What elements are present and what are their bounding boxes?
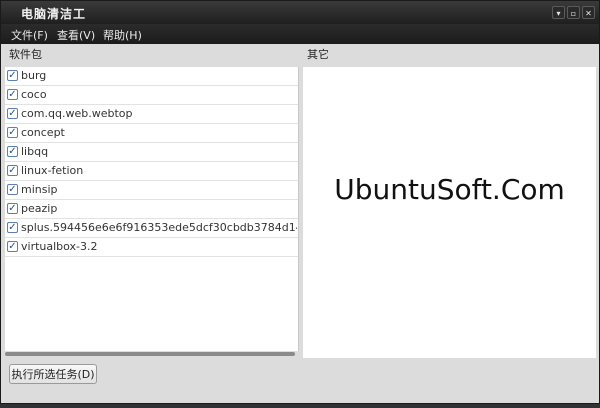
title-bar[interactable]: 电脑清洁工 ▾ ▫ ✕ xyxy=(1,1,599,24)
package-checkbox[interactable]: ✓ xyxy=(7,165,18,176)
package-name: concept xyxy=(21,126,65,139)
package-name: minsip xyxy=(21,183,58,196)
window-title: 电脑清洁工 xyxy=(21,7,87,21)
package-row[interactable]: ✓ linux-fetion xyxy=(5,162,298,181)
minimize-button[interactable]: ▾ xyxy=(552,6,565,19)
watermark-text: UbuntuSoft.Com xyxy=(334,173,565,206)
package-row[interactable]: ✓ splus.594456e6e6f916353ede5dcf30cbdb37… xyxy=(5,219,298,238)
package-row[interactable]: ✓ burg xyxy=(5,67,298,86)
package-row[interactable]: ✓ coco xyxy=(5,86,298,105)
package-name: splus.594456e6e6f916353ede5dcf30cbdb3784… xyxy=(21,221,297,234)
desktop-taskbar xyxy=(0,404,600,408)
package-row[interactable]: ✓ libqq xyxy=(5,143,298,162)
package-row[interactable]: ✓ peazip xyxy=(5,200,298,219)
package-row[interactable]: ✓ virtualbox-3.2 xyxy=(5,238,298,257)
menu-bar: 文件(F) 查看(V) 帮助(H) xyxy=(1,24,599,44)
execute-selected-button[interactable]: 执行所选任务(D) xyxy=(9,364,97,384)
package-checkbox[interactable]: ✓ xyxy=(7,222,18,233)
package-name: coco xyxy=(21,88,47,101)
package-row[interactable]: ✓ com.qq.web.webtop xyxy=(5,105,298,124)
menu-file[interactable]: 文件(F) xyxy=(11,27,48,43)
package-name: virtualbox-3.2 xyxy=(21,240,98,253)
other-header: 其它 xyxy=(307,48,329,61)
package-row[interactable]: ✓ concept xyxy=(5,124,298,143)
package-checkbox[interactable]: ✓ xyxy=(7,203,18,214)
app-window: 电脑清洁工 ▾ ▫ ✕ 文件(F) 查看(V) 帮助(H) 软件包 其它 ✓ b… xyxy=(0,0,600,404)
package-list: ✓ burg ✓ coco ✓ com.qq.web.webtop ✓ conc… xyxy=(5,67,299,351)
packages-header: 软件包 xyxy=(9,48,42,61)
window-controls: ▾ ▫ ✕ xyxy=(552,6,595,19)
package-name: peazip xyxy=(21,202,58,215)
package-name: burg xyxy=(21,69,47,82)
package-row[interactable]: ✓ minsip xyxy=(5,181,298,200)
package-checkbox[interactable]: ✓ xyxy=(7,184,18,195)
package-checkbox[interactable]: ✓ xyxy=(7,127,18,138)
package-name: libqq xyxy=(21,145,49,158)
package-checkbox[interactable]: ✓ xyxy=(7,89,18,100)
package-name: com.qq.web.webtop xyxy=(21,107,133,120)
menu-view[interactable]: 查看(V) xyxy=(57,27,95,43)
package-name: linux-fetion xyxy=(21,164,84,177)
package-checkbox[interactable]: ✓ xyxy=(7,241,18,252)
close-button[interactable]: ✕ xyxy=(582,6,595,19)
horizontal-scrollbar[interactable] xyxy=(5,352,295,356)
package-checkbox[interactable]: ✓ xyxy=(7,108,18,119)
package-checkbox[interactable]: ✓ xyxy=(7,70,18,81)
other-panel: UbuntuSoft.Com xyxy=(303,67,596,358)
package-checkbox[interactable]: ✓ xyxy=(7,146,18,157)
maximize-button[interactable]: ▫ xyxy=(567,6,580,19)
menu-help[interactable]: 帮助(H) xyxy=(103,27,142,43)
